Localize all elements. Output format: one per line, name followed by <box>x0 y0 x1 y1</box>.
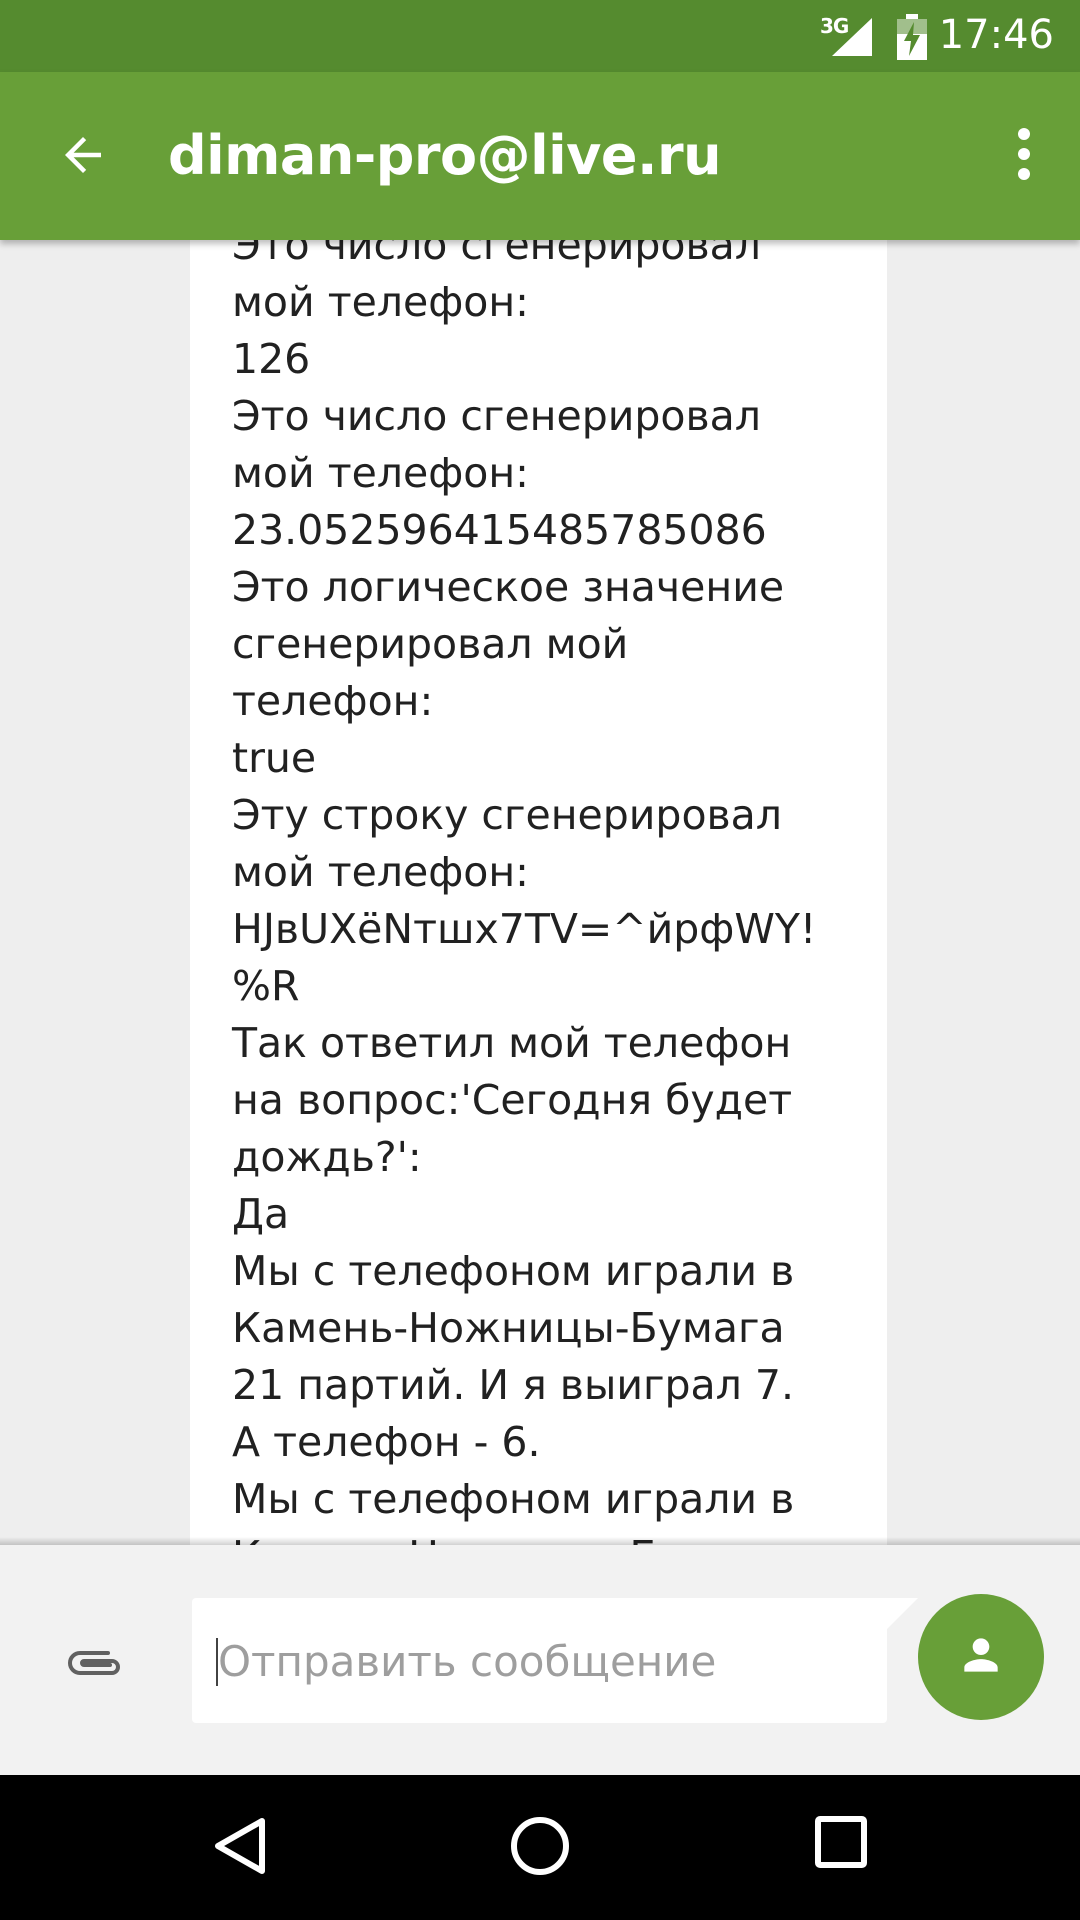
nav-home-icon[interactable] <box>509 1815 571 1881</box>
message-bubble[interactable]: Это число сгенерировал мой телефон: 126 … <box>190 240 887 1545</box>
conversation-area[interactable]: Это число сгенерировал мой телефон: 126 … <box>0 240 1080 1545</box>
battery-icon <box>897 14 927 64</box>
message-input-container[interactable] <box>192 1598 887 1725</box>
navigation-bar <box>0 1775 1080 1920</box>
person-icon <box>964 1638 998 1672</box>
nav-back-icon[interactable] <box>210 1815 270 1881</box>
paperclip-icon[interactable] <box>62 1645 128 1685</box>
conversation-title: diman-pro@live.ru <box>168 124 722 187</box>
message-input[interactable] <box>216 1598 880 1725</box>
arrow-back-icon[interactable] <box>56 128 110 186</box>
divider <box>0 1537 1080 1545</box>
text-caret <box>216 1638 218 1686</box>
more-vert-icon[interactable] <box>1014 124 1034 188</box>
status-bar: 3G 17:46 <box>0 0 1080 72</box>
nav-recents-icon[interactable] <box>814 1815 868 1873</box>
clock: 17:46 <box>938 12 1054 58</box>
signal-icon <box>828 16 874 62</box>
app-bar: diman-pro@live.ru <box>0 72 1080 240</box>
compose-bar <box>0 1545 1080 1775</box>
input-tail <box>880 1598 918 1636</box>
message-text: Это число сгенерировал мой телефон: 126 … <box>232 240 817 1545</box>
contact-button[interactable] <box>918 1594 1044 1720</box>
